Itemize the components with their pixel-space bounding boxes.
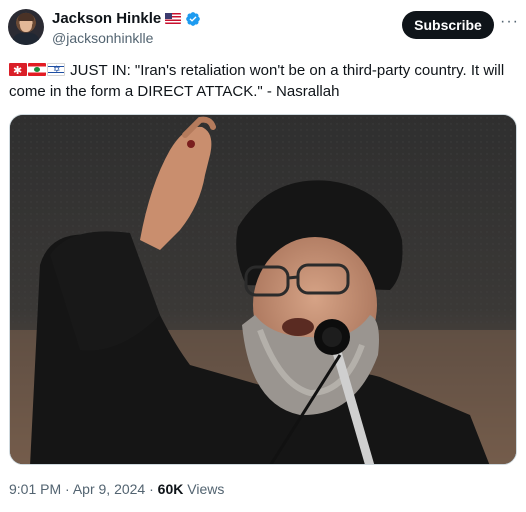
more-options-icon[interactable]: ··· (500, 13, 519, 31)
speaker-photo (10, 115, 516, 464)
tweet-body: JUST IN: "Iran's retaliation won't be on… (9, 62, 505, 100)
author-handle[interactable]: @jacksonhinklle (52, 30, 153, 46)
meta-separator: · (149, 481, 154, 497)
lebanon-flag-icon (28, 63, 46, 76)
tweet-date[interactable]: Apr 9, 2024 (73, 481, 145, 497)
tweet-time[interactable]: 9:01 PM (9, 481, 61, 497)
iran-symbol-flag-icon (9, 61, 27, 82)
author-name-row[interactable]: Jackson Hinkle (52, 10, 201, 27)
subscribe-button[interactable]: Subscribe (402, 11, 494, 39)
us-flag-icon (165, 13, 182, 24)
views-label: Views (187, 481, 225, 497)
verified-badge-icon[interactable] (185, 11, 201, 27)
views-count[interactable]: 60K (158, 481, 184, 497)
tweet-photo[interactable] (9, 114, 517, 465)
israel-flag-icon (47, 63, 65, 76)
tweet-text: JUST IN: "Iran's retaliation won't be on… (9, 60, 521, 102)
tweet-meta: 9:01 PM · Apr 9, 2024 · 60K Views (9, 481, 224, 497)
display-name[interactable]: Jackson Hinkle (52, 10, 161, 27)
tweet-card: Jackson Hinkle @jacksonhinklle Subscribe… (0, 0, 526, 512)
avatar[interactable] (8, 9, 44, 45)
meta-separator: · (65, 481, 70, 497)
